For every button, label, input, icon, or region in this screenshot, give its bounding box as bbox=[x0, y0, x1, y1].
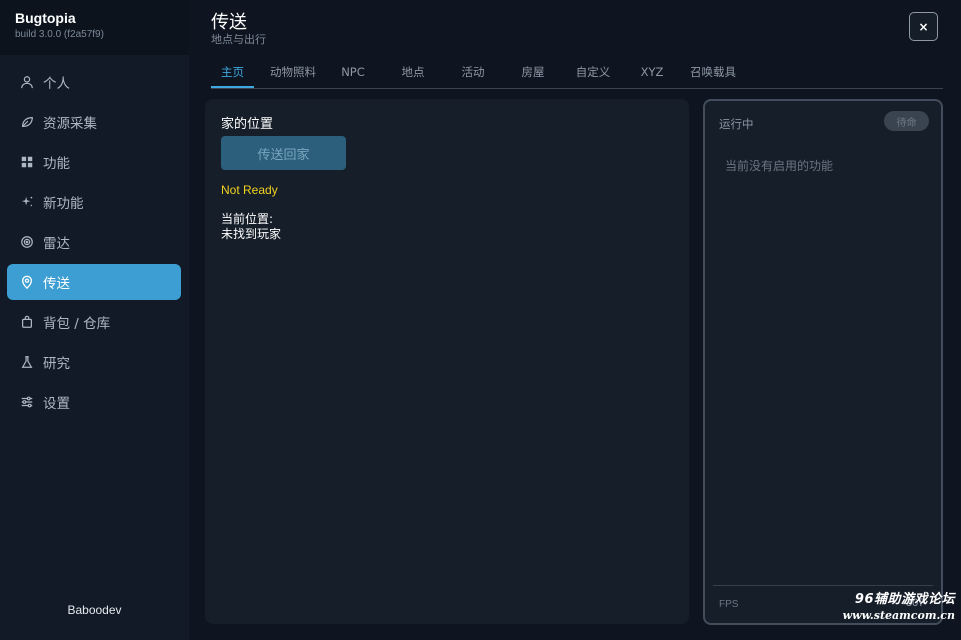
tab-locations[interactable]: 地点 bbox=[393, 60, 433, 88]
sidebar-item-new-features[interactable]: 新功能 bbox=[7, 184, 181, 220]
panel-divider bbox=[713, 585, 933, 586]
running-label: 运行中 bbox=[719, 117, 754, 131]
tab-custom[interactable]: 自定义 bbox=[571, 60, 615, 88]
sidebar-item-radar[interactable]: 雷达 bbox=[7, 224, 181, 260]
fps-label: FPS bbox=[719, 599, 739, 610]
leaf-icon bbox=[19, 114, 35, 130]
radar-icon bbox=[19, 234, 35, 250]
grid-icon bbox=[19, 154, 35, 170]
sidebar-item-label: 新功能 bbox=[43, 196, 84, 212]
standby-badge: 待命 bbox=[884, 111, 929, 131]
sidebar-item-label: 资源采集 bbox=[43, 116, 97, 132]
sidebar-item-label: 设置 bbox=[43, 396, 70, 412]
sliders-icon bbox=[19, 394, 35, 410]
sparkle-icon bbox=[19, 194, 35, 210]
tab-npc[interactable]: NPC bbox=[333, 60, 373, 88]
current-position-value: 未找到玩家 bbox=[221, 227, 282, 241]
sidebar-item-teleport[interactable]: 传送 bbox=[7, 264, 181, 300]
sidebar-item-features[interactable]: 功能 bbox=[7, 144, 181, 180]
sidebar: Bugtopia build 3.0.0 (f2a57f9) 个人 资源采集 功… bbox=[0, 0, 189, 640]
fps-value: 307 bbox=[906, 597, 925, 609]
tab-bar: 主页 动物照料 NPC 地点 活动 房屋 自定义 XYZ 召唤载具 bbox=[211, 60, 943, 89]
user-icon bbox=[19, 74, 35, 90]
sidebar-nav: 个人 资源采集 功能 新功能 雷达 传送 背包 / 仓库 研究 设置 bbox=[7, 64, 181, 424]
flask-icon bbox=[19, 354, 35, 370]
sidebar-item-label: 背包 / 仓库 bbox=[43, 316, 111, 332]
tab-houses[interactable]: 房屋 bbox=[513, 60, 553, 88]
tab-home[interactable]: 主页 bbox=[211, 60, 254, 88]
tab-xyz[interactable]: XYZ bbox=[633, 60, 671, 88]
brand-block: Bugtopia build 3.0.0 (f2a57f9) bbox=[0, 0, 189, 55]
bag-icon bbox=[19, 314, 35, 330]
sidebar-item-research[interactable]: 研究 bbox=[7, 344, 181, 380]
page-subtitle: 地点与出行 bbox=[211, 33, 266, 46]
sidebar-item-resources[interactable]: 资源采集 bbox=[7, 104, 181, 140]
tab-events[interactable]: 活动 bbox=[453, 60, 493, 88]
sidebar-item-label: 个人 bbox=[43, 76, 70, 92]
tab-animal-care[interactable]: 动物照料 bbox=[267, 60, 319, 88]
sidebar-item-settings[interactable]: 设置 bbox=[7, 384, 181, 420]
sidebar-item-label: 传送 bbox=[43, 276, 70, 292]
app-build: build 3.0.0 (f2a57f9) bbox=[15, 29, 104, 40]
map-pin-icon bbox=[19, 274, 35, 290]
section-title: 家的位置 bbox=[221, 117, 274, 132]
app-name: Bugtopia bbox=[15, 10, 76, 26]
close-button[interactable]: × bbox=[909, 12, 938, 41]
teleport-home-button[interactable]: 传送回家 bbox=[221, 136, 346, 170]
user-name: Baboodev bbox=[67, 603, 122, 617]
running-features-panel: 运行中 待命 当前没有启用的功能 FPS 307 bbox=[703, 99, 943, 625]
sidebar-item-label: 研究 bbox=[43, 356, 70, 372]
status-text: Not Ready bbox=[221, 183, 278, 197]
sidebar-item-label: 雷达 bbox=[43, 236, 70, 252]
sidebar-item-label: 功能 bbox=[43, 156, 70, 172]
home-location-panel: 家的位置 传送回家 Not Ready 当前位置: 未找到玩家 bbox=[205, 99, 689, 624]
sidebar-item-inventory[interactable]: 背包 / 仓库 bbox=[7, 304, 181, 340]
tab-summon-vehicle[interactable]: 召唤载具 bbox=[687, 60, 739, 88]
empty-state-text: 当前没有启用的功能 bbox=[725, 159, 834, 173]
sidebar-item-personal[interactable]: 个人 bbox=[7, 64, 181, 100]
